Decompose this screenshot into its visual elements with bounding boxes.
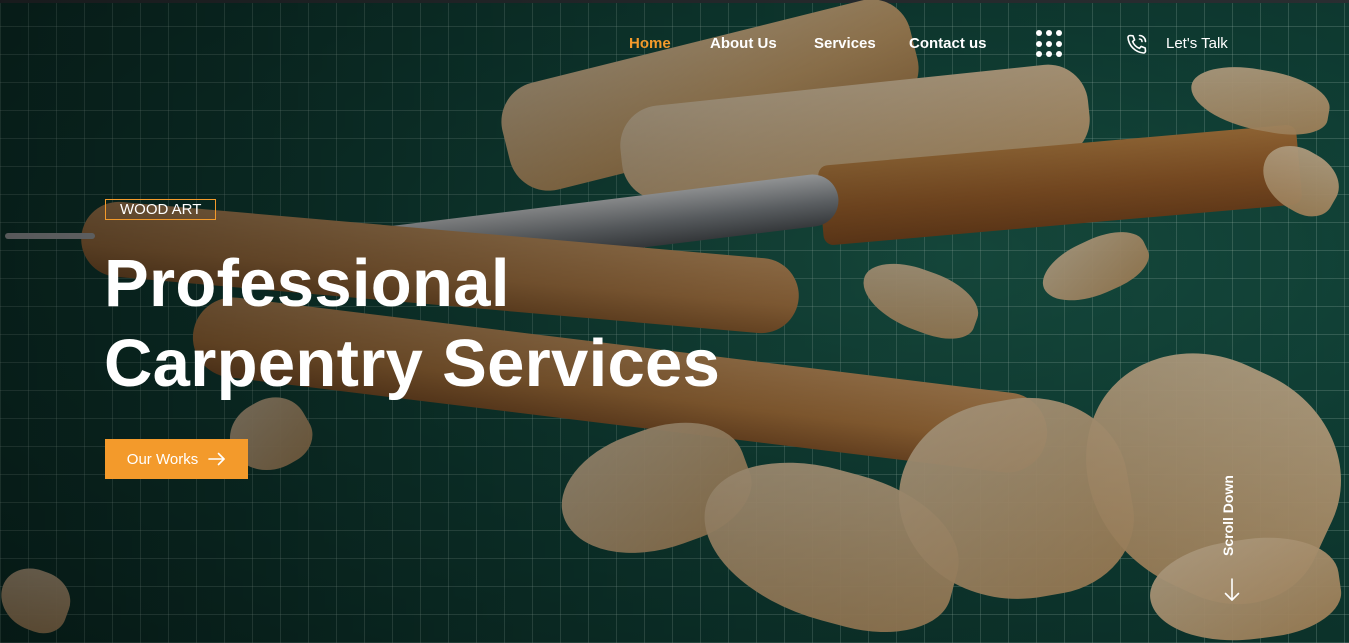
- dots-grid-icon[interactable]: [1036, 30, 1064, 58]
- nav-item-services[interactable]: Services: [814, 35, 876, 52]
- lets-talk-link[interactable]: Let's Talk: [1166, 35, 1228, 52]
- our-works-button[interactable]: Our Works: [105, 439, 248, 479]
- arrow-down-icon[interactable]: [1223, 578, 1241, 602]
- phone-icon[interactable]: [1125, 32, 1149, 56]
- nav-item-contact-us[interactable]: Contact us: [909, 35, 987, 52]
- arrow-right-icon: [208, 452, 226, 466]
- hero-headline: Professional Carpentry Services: [104, 244, 804, 404]
- hero-headline-line-1: Professional: [104, 246, 510, 321]
- nav-item-home[interactable]: Home: [629, 35, 671, 52]
- nav-item-about-us[interactable]: About Us: [710, 35, 777, 52]
- main-navigation: Home About Us Services Contact us Let's …: [0, 30, 1349, 58]
- our-works-button-label: Our Works: [126, 450, 199, 468]
- hero-headline-line-2: Carpentry Services: [104, 326, 721, 401]
- eyebrow-tag: WOOD ART: [105, 199, 217, 220]
- scroll-down-label[interactable]: Scroll Down: [1220, 470, 1244, 562]
